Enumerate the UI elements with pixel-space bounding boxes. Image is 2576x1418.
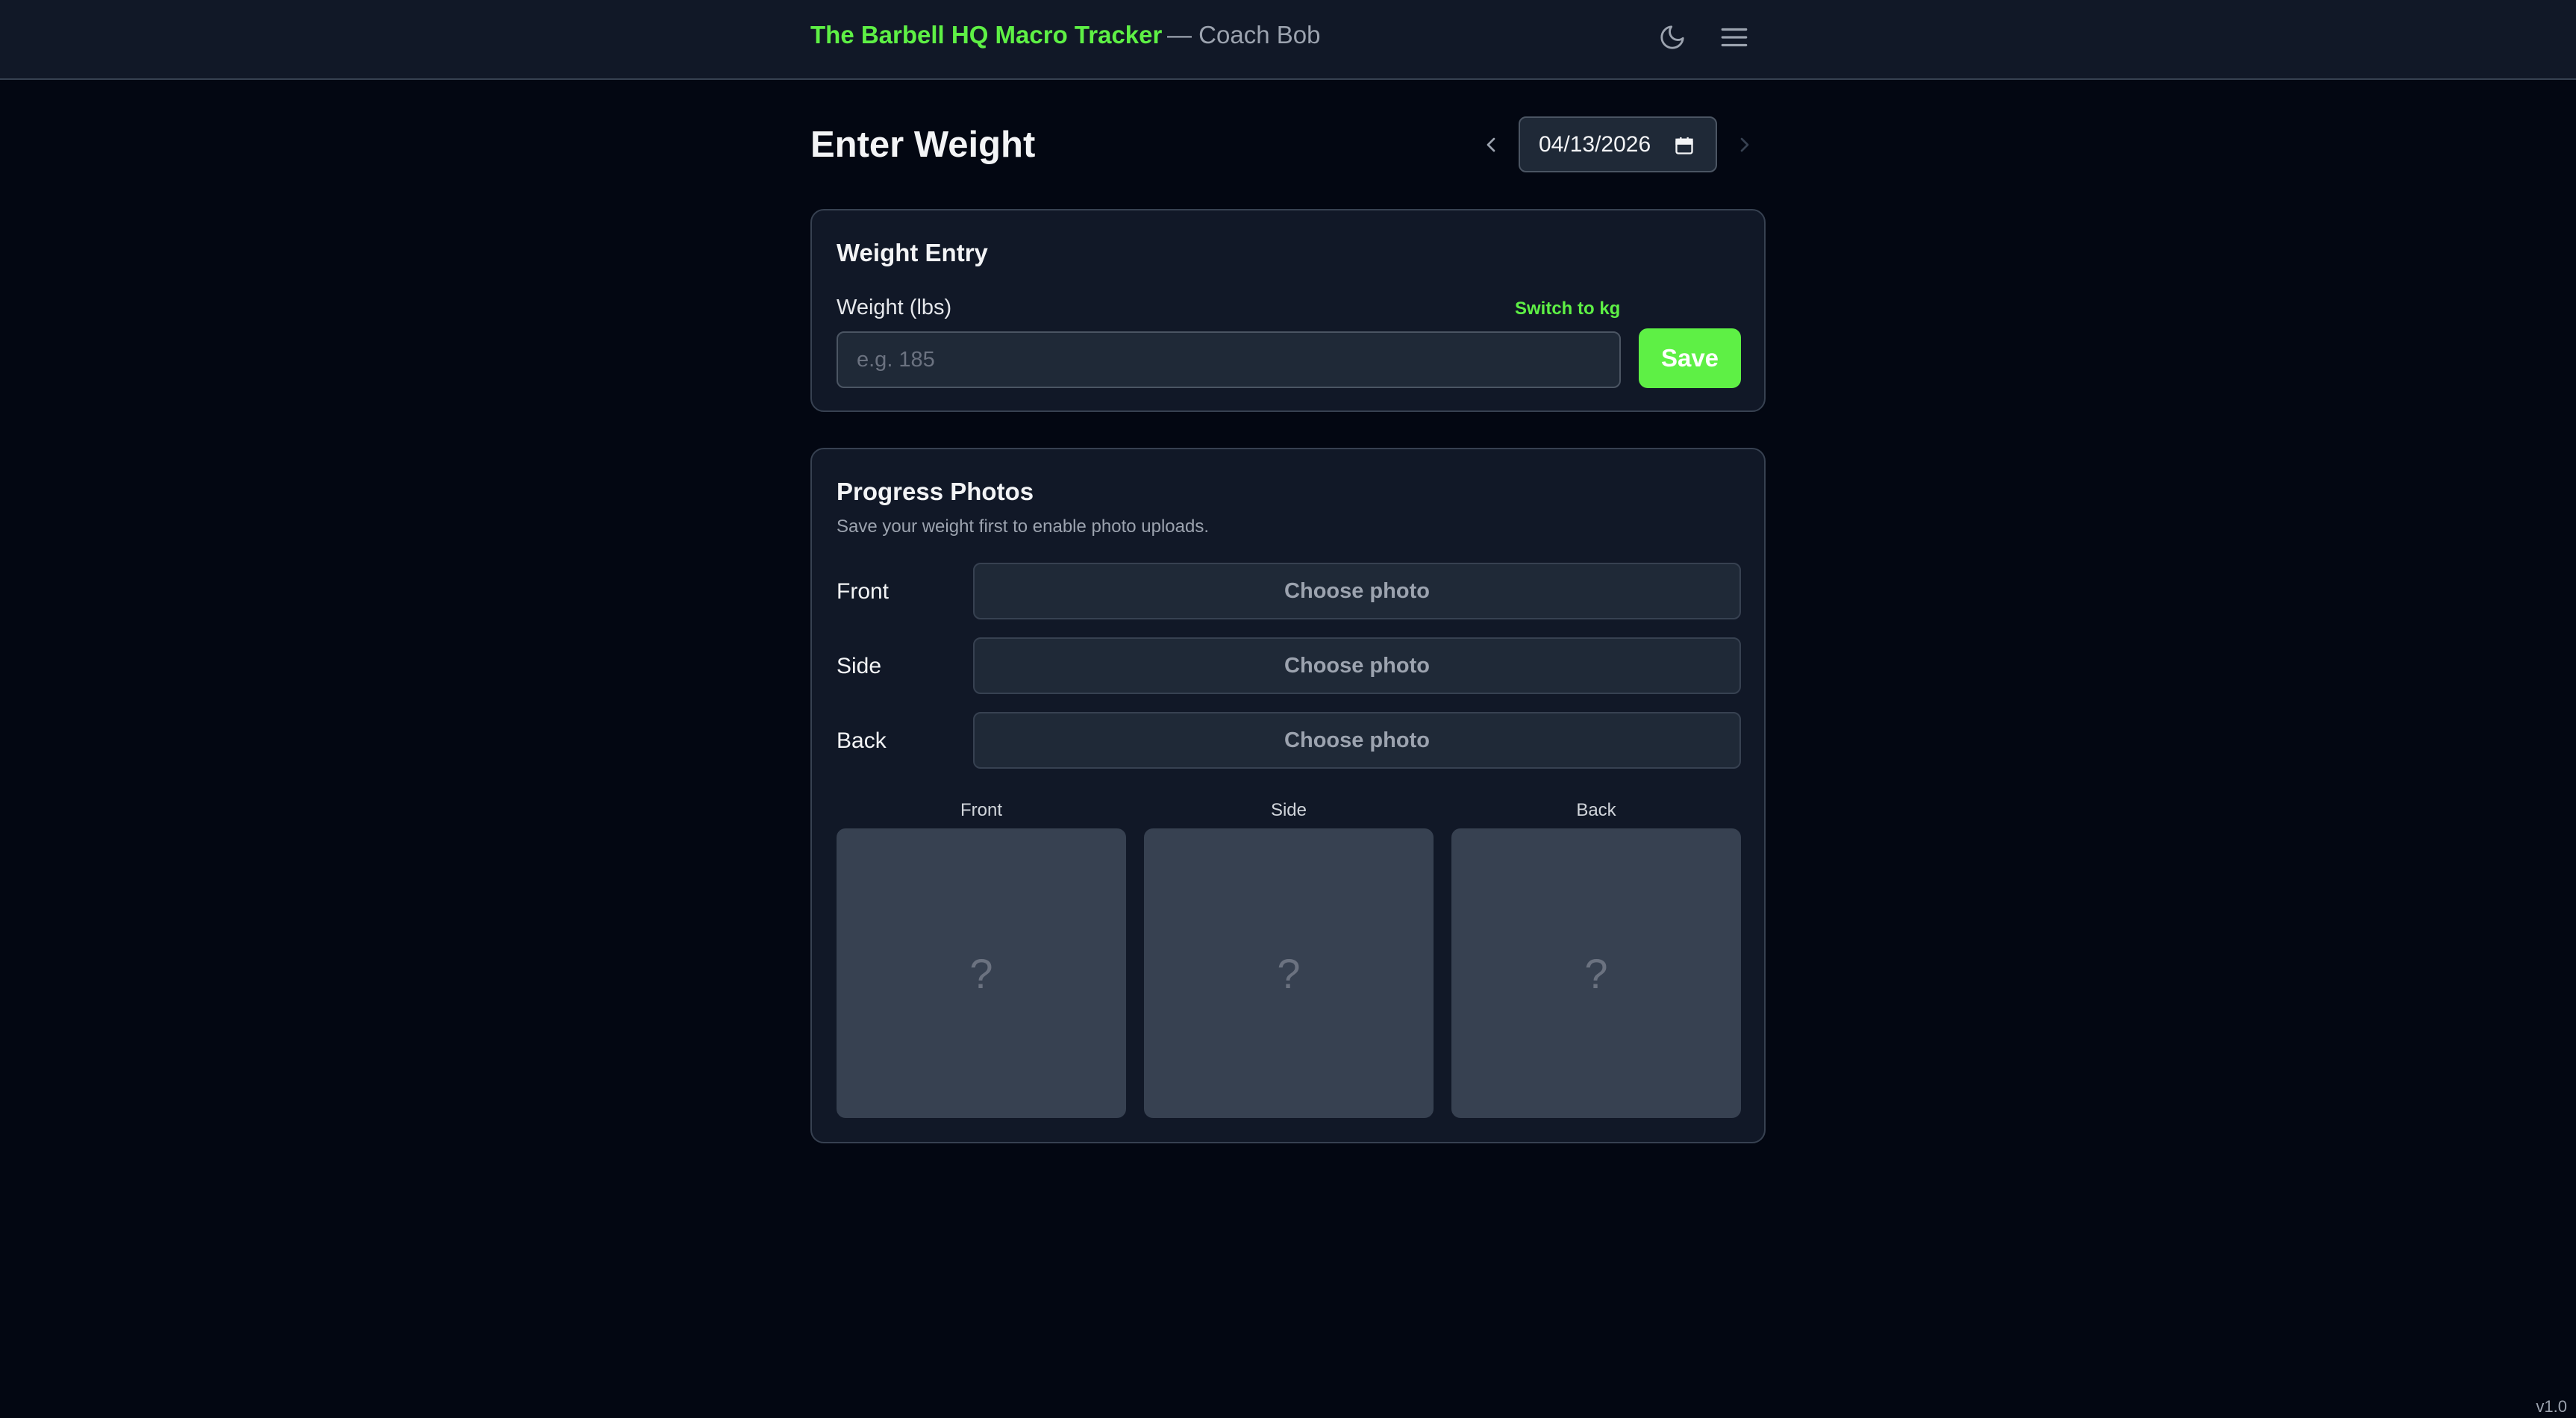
chevron-left-icon — [1486, 137, 1495, 152]
version-label: v1.0 — [2536, 1397, 2567, 1416]
weight-input[interactable] — [837, 331, 1621, 388]
thumbnail-label-back: Back — [1576, 800, 1616, 820]
photo-thumbnail-back: ? — [1451, 828, 1741, 1118]
photo-row-label-back: Back — [837, 728, 887, 753]
top-bar: The Barbell HQ Macro Tracker — Coach Bob — [0, 0, 2576, 80]
calendar-icon[interactable] — [1674, 134, 1695, 157]
hamburger-menu-icon — [1721, 28, 1748, 47]
choose-photo-back-button[interactable]: Choose photo — [973, 712, 1741, 769]
app-brand[interactable]: The Barbell HQ Macro Tracker — [810, 21, 1162, 49]
thumbnail-label-front: Front — [960, 800, 1002, 820]
progress-photos-card: Progress Photos Save your weight first t… — [810, 448, 1766, 1143]
weight-entry-card: Weight Entry Weight (lbs) Switch to kg S… — [810, 209, 1766, 412]
switch-unit-link[interactable]: Switch to kg — [1515, 299, 1620, 319]
date-input[interactable]: 04/13/2026 — [1519, 116, 1717, 172]
placeholder-question-icon: ? — [969, 949, 993, 997]
photo-thumbnail-side: ? — [1144, 828, 1434, 1118]
photo-row-label-front: Front — [837, 579, 890, 604]
placeholder-question-icon: ? — [1584, 949, 1608, 997]
moon-icon — [1660, 25, 1684, 49]
menu-button[interactable] — [1718, 21, 1751, 54]
thumbnail-label-side: Side — [1270, 800, 1307, 820]
choose-photo-side-button[interactable]: Choose photo — [973, 637, 1741, 694]
theme-toggle-button[interactable] — [1656, 21, 1689, 54]
choose-photo-front-button[interactable]: Choose photo — [973, 563, 1741, 619]
placeholder-question-icon: ? — [1277, 949, 1301, 997]
date-value: 04/13/2026 — [1539, 131, 1651, 157]
progress-photos-title: Progress Photos — [837, 478, 1034, 505]
weight-field-label: Weight (lbs) — [837, 296, 952, 319]
photo-upload-hint: Save your weight first to enable photo u… — [837, 516, 1209, 537]
photo-thumbnail-front: ? — [837, 828, 1126, 1118]
save-button[interactable]: Save — [1639, 328, 1741, 388]
chevron-right-icon — [1740, 137, 1749, 152]
next-day-button[interactable] — [1733, 131, 1757, 158]
weight-entry-title: Weight Entry — [837, 239, 988, 266]
photo-row-label-side: Side — [837, 654, 882, 678]
previous-day-button[interactable] — [1479, 131, 1503, 158]
coach-name: — Coach Bob — [1167, 21, 1321, 49]
page-title: Enter Weight — [810, 125, 1036, 165]
